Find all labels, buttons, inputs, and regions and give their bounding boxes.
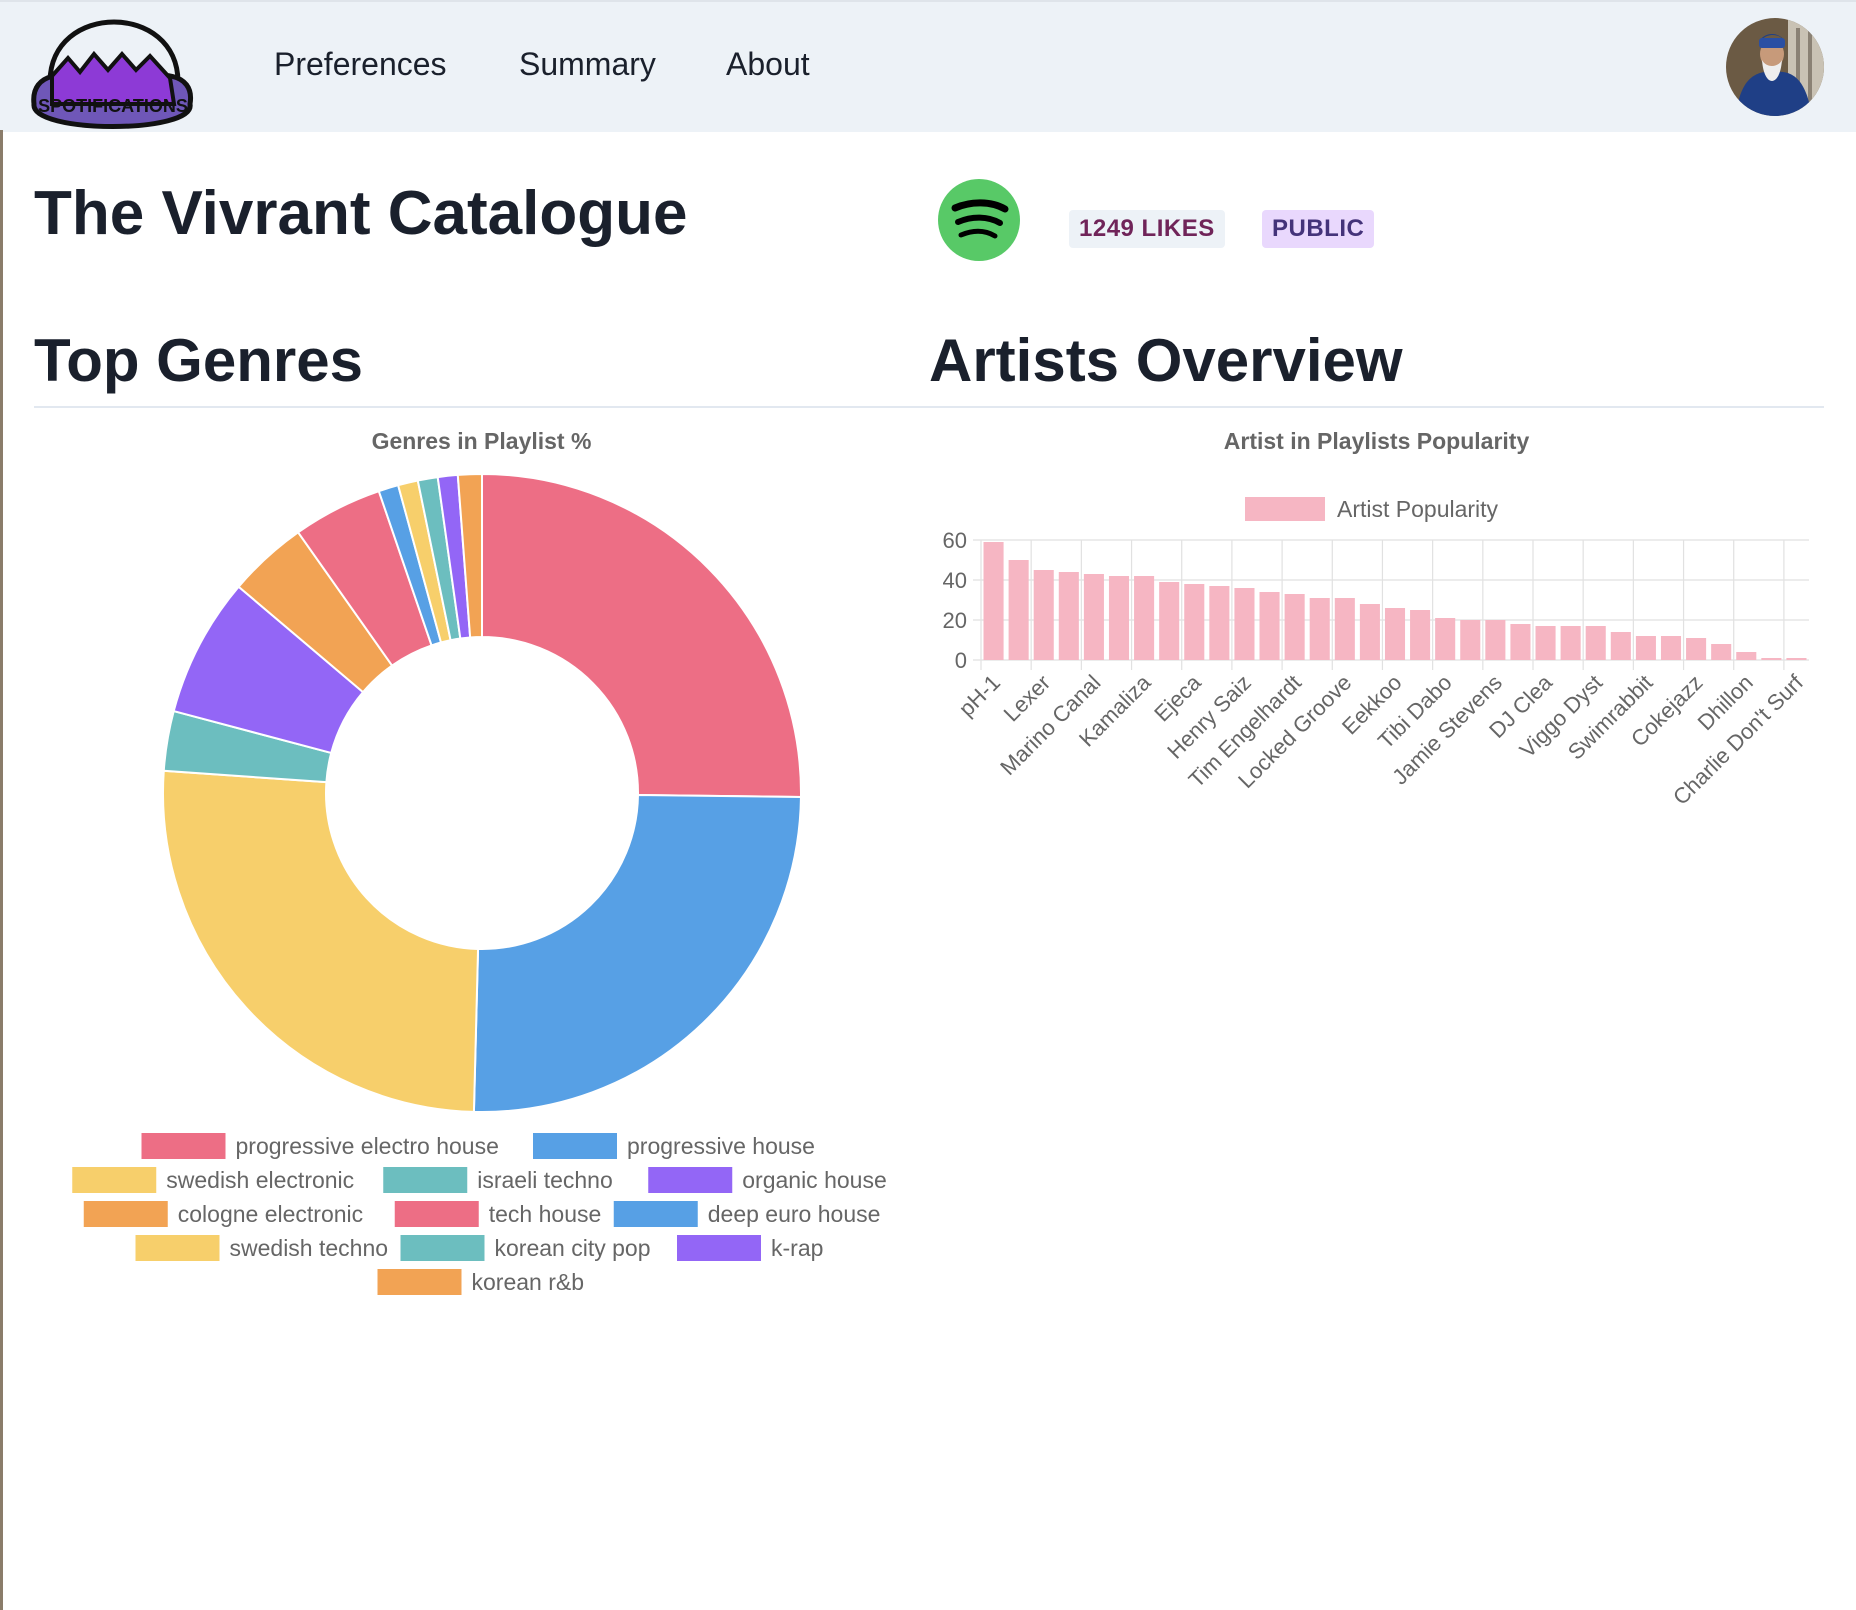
- user-avatar[interactable]: [1726, 18, 1824, 116]
- visibility-badge: PUBLIC: [1262, 210, 1375, 248]
- nav-preferences-link[interactable]: Preferences: [274, 46, 447, 83]
- bar-23[interactable]: [1560, 626, 1581, 660]
- bar-26[interactable]: [1635, 636, 1656, 660]
- bar-8[interactable]: [1184, 584, 1205, 660]
- legend-label-9[interactable]: korean city pop: [495, 1235, 651, 1261]
- bar-14[interactable]: [1334, 598, 1355, 660]
- legend-label-11[interactable]: korean r&b: [472, 1269, 585, 1295]
- bar-legend-swatch[interactable]: [1245, 497, 1325, 521]
- spotify-icon[interactable]: [937, 178, 1021, 262]
- bar-28[interactable]: [1686, 638, 1707, 660]
- bar-27[interactable]: [1660, 636, 1682, 660]
- legend-swatch-6[interactable]: [394, 1201, 479, 1227]
- top-genres-heading: Top Genres: [34, 327, 363, 394]
- bar-29[interactable]: [1711, 644, 1732, 660]
- legend-label-6[interactable]: tech house: [489, 1201, 602, 1227]
- y-tick-label: 40: [943, 568, 967, 593]
- x-tick-label: pH-1: [954, 670, 1005, 721]
- top-navbar: SPOTIFICATIONS Preferences Summary About: [0, 0, 1856, 132]
- pie-slice-0[interactable]: [481, 472, 802, 799]
- bar-3[interactable]: [1058, 572, 1079, 660]
- nav-summary-link[interactable]: Summary: [519, 46, 656, 83]
- artists-overview-heading: Artists Overview: [929, 327, 1403, 394]
- bar-6[interactable]: [1134, 576, 1155, 660]
- bar-32[interactable]: [1786, 658, 1807, 660]
- legend-swatch-0[interactable]: [141, 1133, 226, 1159]
- bar-5[interactable]: [1108, 576, 1130, 660]
- bar-12[interactable]: [1284, 594, 1305, 660]
- y-tick-label: 60: [943, 528, 967, 553]
- playlist-title: The Vivrant Catalogue: [34, 179, 688, 248]
- bar-20[interactable]: [1485, 620, 1506, 660]
- bar-9[interactable]: [1209, 586, 1230, 660]
- legend-label-0[interactable]: progressive electro house: [236, 1133, 499, 1159]
- spotifications-logo[interactable]: SPOTIFICATIONS: [28, 8, 198, 130]
- y-tick-label: 0: [955, 648, 967, 673]
- legend-swatch-8[interactable]: [135, 1235, 220, 1261]
- legend-label-1[interactable]: progressive house: [627, 1133, 815, 1159]
- bar-22[interactable]: [1535, 626, 1556, 660]
- legend-label-2[interactable]: swedish electronic: [166, 1167, 354, 1193]
- bar-21[interactable]: [1510, 624, 1531, 660]
- legend-swatch-10[interactable]: [677, 1235, 761, 1261]
- bar-7[interactable]: [1159, 582, 1180, 660]
- legend-swatch-9[interactable]: [400, 1235, 485, 1261]
- logo-text: SPOTIFICATIONS: [38, 96, 188, 116]
- bar-25[interactable]: [1610, 632, 1631, 660]
- nav-about-link[interactable]: About: [726, 46, 810, 83]
- bar-13[interactable]: [1309, 598, 1330, 660]
- legend-swatch-4[interactable]: [648, 1167, 733, 1193]
- bar-30[interactable]: [1736, 652, 1757, 660]
- legend-label-8[interactable]: swedish techno: [230, 1235, 389, 1261]
- pie-slice-1[interactable]: [472, 793, 802, 1113]
- bar-16[interactable]: [1384, 608, 1406, 660]
- genres-chart-title: Genres in Playlist %: [371, 428, 592, 454]
- legend-label-10[interactable]: k-rap: [771, 1235, 823, 1261]
- bar-0[interactable]: [983, 542, 1004, 660]
- legend-swatch-11[interactable]: [377, 1269, 462, 1295]
- legend-swatch-2[interactable]: [72, 1167, 157, 1193]
- y-tick-label: 20: [943, 608, 967, 633]
- bar-15[interactable]: [1359, 604, 1380, 660]
- artist-popularity-bar-chart: Artist Popularity0204060pH-1LexerMarino …: [943, 496, 1809, 810]
- bar-11[interactable]: [1259, 592, 1280, 660]
- bar-legend-label[interactable]: Artist Popularity: [1337, 496, 1499, 522]
- legend-swatch-1[interactable]: [533, 1133, 617, 1159]
- bar-31[interactable]: [1761, 658, 1782, 660]
- bar-2[interactable]: [1033, 570, 1054, 660]
- bar-24[interactable]: [1585, 626, 1606, 660]
- legend-swatch-3[interactable]: [383, 1167, 468, 1193]
- bar-18[interactable]: [1435, 618, 1456, 660]
- bar-4[interactable]: [1083, 574, 1104, 660]
- bar-17[interactable]: [1410, 610, 1431, 660]
- bar-1[interactable]: [1008, 560, 1029, 660]
- bar-10[interactable]: [1234, 588, 1255, 660]
- likes-badge: 1249 LIKES: [1069, 210, 1225, 248]
- pie-slice-2[interactable]: [162, 769, 480, 1113]
- legend-label-7[interactable]: deep euro house: [708, 1201, 881, 1227]
- section-divider: [34, 406, 1824, 408]
- legend-swatch-5[interactable]: [83, 1201, 168, 1227]
- artists-chart-title: Artist in Playlists Popularity: [1223, 428, 1530, 454]
- bar-19[interactable]: [1460, 620, 1481, 660]
- legend-swatch-7[interactable]: [613, 1201, 698, 1227]
- legend-label-4[interactable]: organic house: [742, 1167, 887, 1193]
- legend-label-3[interactable]: israeli techno: [477, 1167, 613, 1193]
- genres-doughnut-chart: progressive electro house progressive hou…: [72, 472, 887, 1295]
- legend-label-5[interactable]: cologne electronic: [178, 1201, 363, 1227]
